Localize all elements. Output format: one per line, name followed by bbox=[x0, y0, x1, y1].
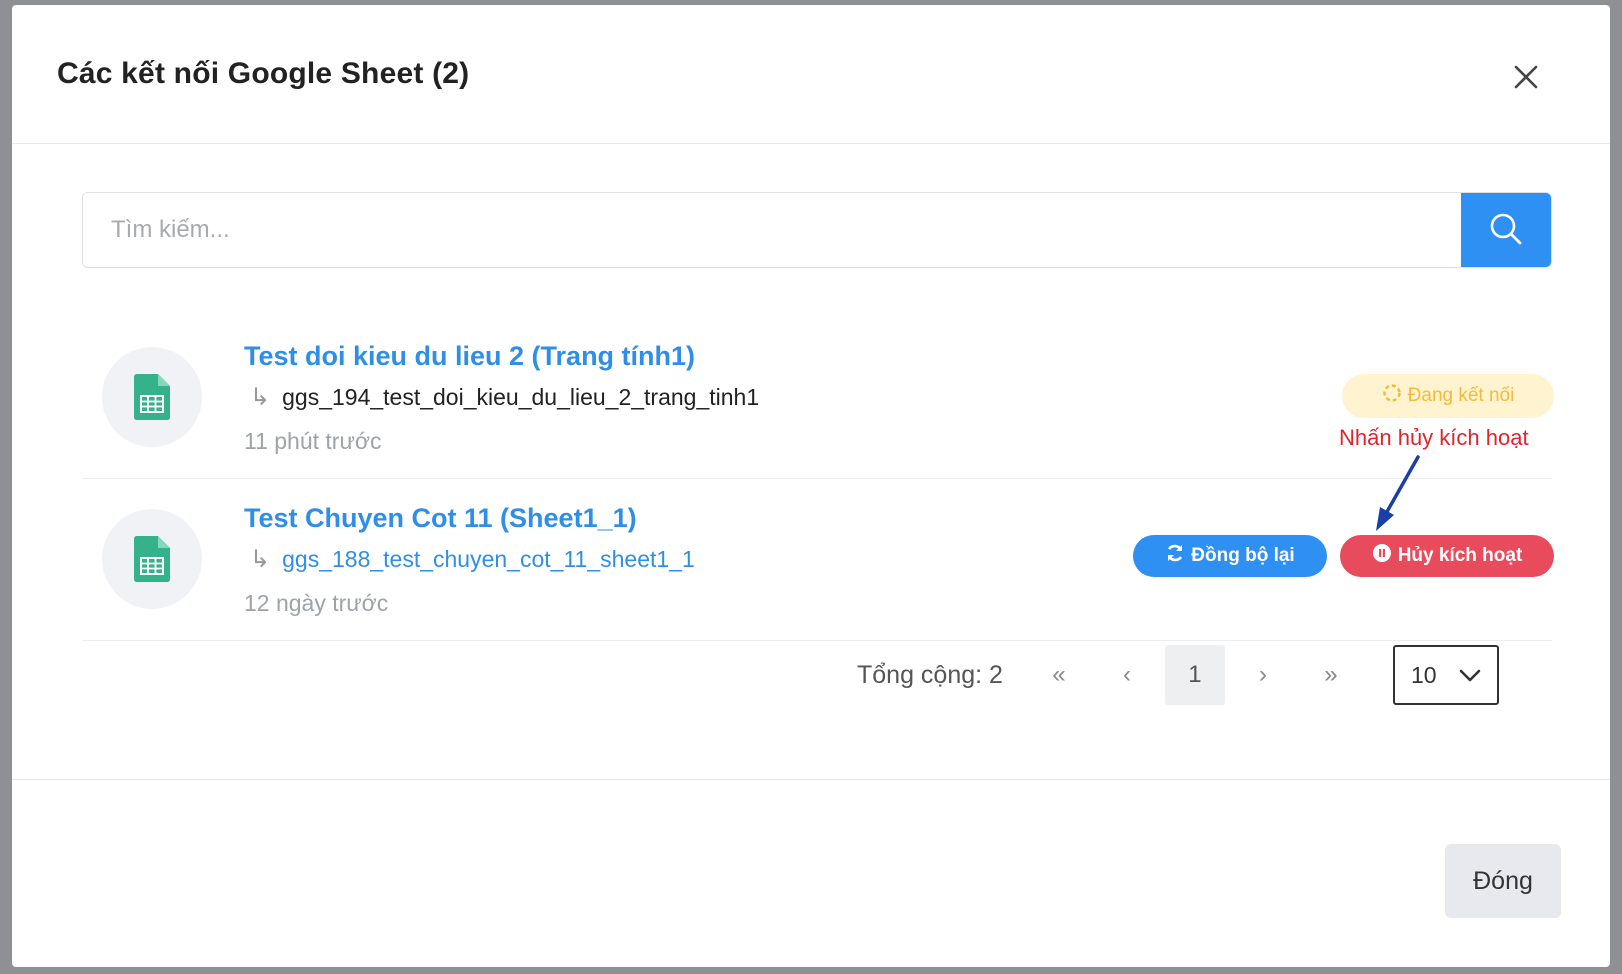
google-sheet-connections-modal: Các kết nối Google Sheet (2) Test doi k bbox=[12, 5, 1610, 967]
current-page-button[interactable]: 1 bbox=[1164, 645, 1225, 705]
page-size-value: 10 bbox=[1410, 661, 1437, 688]
page-size-select[interactable]: 10 bbox=[1392, 645, 1499, 705]
table-name: ggs_188_test_chuyen_cot_11_sheet1_1 bbox=[282, 546, 695, 572]
list-item: Test doi kieu du lieu 2 (Trang tính1) ↳ … bbox=[82, 317, 1554, 479]
connection-title[interactable]: Test Chuyen Cot 11 (Sheet1_1) bbox=[244, 503, 637, 534]
search-button[interactable] bbox=[1461, 193, 1551, 267]
status-badge: Đang kết nối bbox=[1342, 374, 1554, 418]
connection-table: ↳ ggs_194_test_doi_kieu_du_lieu_2_trang_… bbox=[250, 383, 759, 412]
spreadsheet-icon bbox=[102, 347, 202, 447]
close-button[interactable]: Đóng bbox=[1445, 844, 1561, 918]
connection-time: 11 phút trước bbox=[244, 428, 382, 454]
close-icon[interactable] bbox=[1508, 59, 1544, 95]
pause-icon bbox=[1372, 543, 1392, 569]
connection-table[interactable]: ↳ ggs_188_test_chuyen_cot_11_sheet1_1 bbox=[250, 545, 695, 574]
connection-time: 12 ngày trước bbox=[244, 590, 389, 616]
annotation-arrow-icon bbox=[1376, 455, 1420, 531]
chevron-down-icon bbox=[1459, 662, 1481, 689]
spreadsheet-icon bbox=[102, 509, 202, 609]
next-page-button[interactable]: › bbox=[1233, 645, 1293, 705]
prev-page-button[interactable]: ‹ bbox=[1097, 645, 1157, 705]
status-label: Đang kết nối bbox=[1407, 385, 1515, 406]
search-input[interactable] bbox=[83, 193, 1461, 267]
deactivate-label: Hủy kích hoạt bbox=[1397, 545, 1523, 566]
first-page-button[interactable]: « bbox=[1029, 645, 1089, 705]
resync-button[interactable]: Đồng bộ lại bbox=[1133, 535, 1327, 577]
modal-title: Các kết nối Google Sheet (2) bbox=[57, 57, 470, 90]
last-page-button[interactable]: » bbox=[1301, 645, 1361, 705]
return-arrow-icon: ↳ bbox=[250, 384, 271, 411]
footer-divider bbox=[12, 779, 1610, 780]
connection-title[interactable]: Test doi kieu du lieu 2 (Trang tính1) bbox=[244, 341, 695, 372]
connection-list: Test doi kieu du lieu 2 (Trang tính1) ↳ … bbox=[82, 317, 1554, 641]
resync-label: Đồng bộ lại bbox=[1191, 545, 1295, 566]
search-bar bbox=[82, 192, 1552, 268]
refresh-icon bbox=[1165, 543, 1185, 569]
deactivate-button[interactable]: Hủy kích hoạt bbox=[1340, 535, 1554, 577]
table-name: ggs_194_test_doi_kieu_du_lieu_2_trang_ti… bbox=[282, 384, 760, 410]
loading-icon bbox=[1382, 383, 1402, 409]
return-arrow-icon: ↳ bbox=[250, 546, 271, 573]
modal-header: Các kết nối Google Sheet (2) bbox=[12, 5, 1610, 144]
annotation-text: Nhấn hủy kích hoạt bbox=[1339, 425, 1529, 450]
list-item: Test Chuyen Cot 11 (Sheet1_1) ↳ ggs_188_… bbox=[82, 479, 1554, 641]
total-count: Tổng cộng: 2 bbox=[857, 660, 1003, 689]
search-icon bbox=[1488, 211, 1524, 250]
pagination: Tổng cộng: 2 « ‹ 1 › » 10 bbox=[857, 645, 1499, 705]
